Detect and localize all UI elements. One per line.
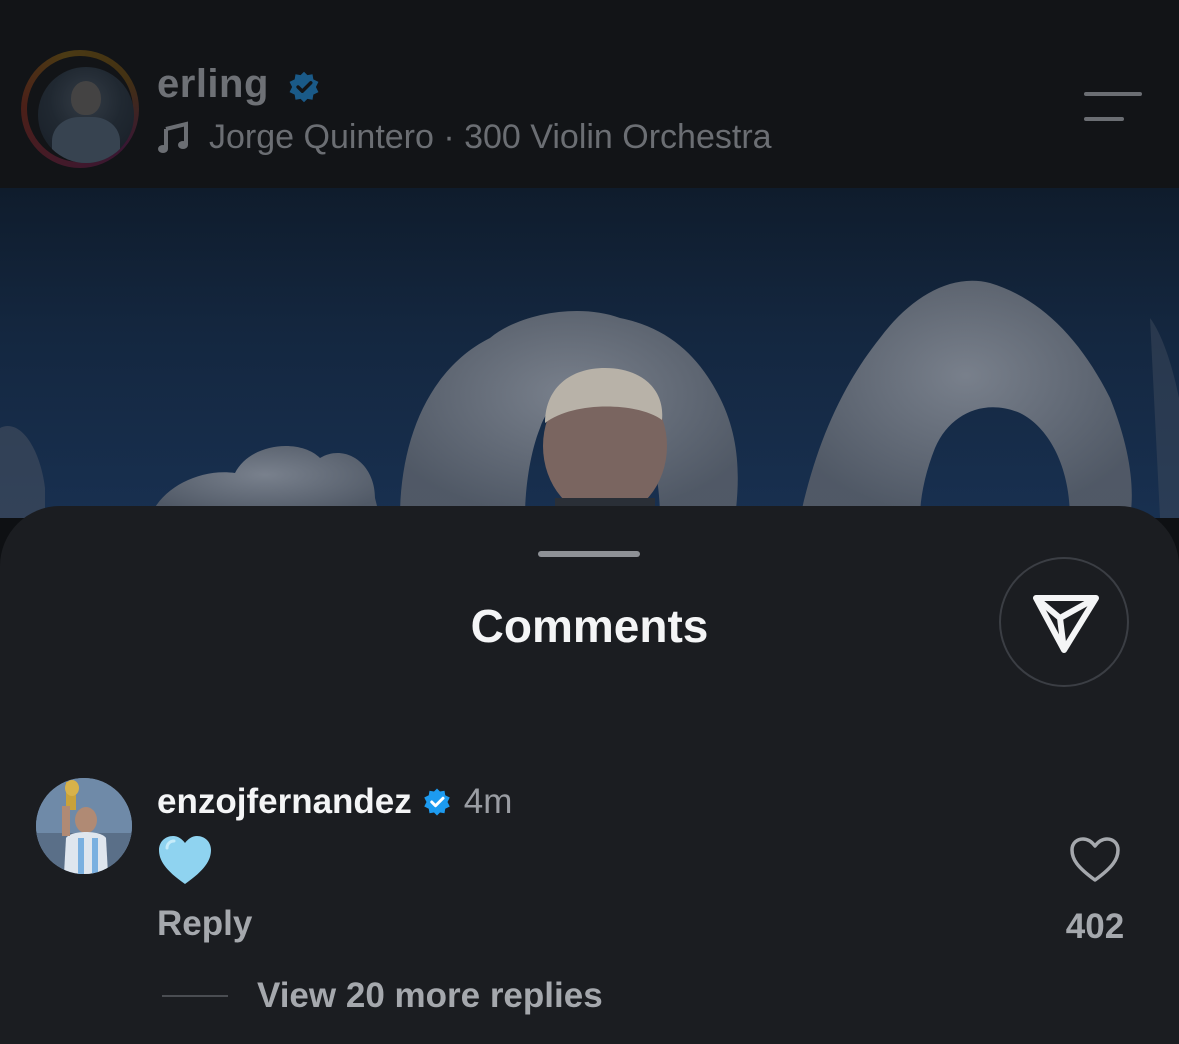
music-label: Jorge Quintero · 300 Violin Orchestra bbox=[209, 118, 772, 156]
comments-sheet: Comments enzojfernandez 4m Reply 402 Vie… bbox=[0, 506, 1179, 1044]
share-button[interactable] bbox=[999, 557, 1129, 687]
comment-avatar[interactable] bbox=[36, 778, 132, 874]
comment-time: 4m bbox=[463, 782, 513, 821]
send-icon bbox=[1033, 595, 1099, 653]
post-photo bbox=[0, 188, 1179, 518]
blue-heart-icon bbox=[159, 836, 211, 884]
screen: erling Jorge Quintero · 300 Violin Orche… bbox=[0, 0, 1179, 1044]
post-header: erling Jorge Quintero · 300 Violin Orche… bbox=[0, 0, 1179, 188]
verified-badge-icon bbox=[289, 71, 319, 103]
comment-author-row: enzojfernandez 4m bbox=[157, 782, 512, 822]
reply-button[interactable]: Reply bbox=[157, 904, 252, 944]
avatar bbox=[38, 67, 134, 163]
photo-art bbox=[0, 280, 1179, 518]
story-ring[interactable] bbox=[21, 50, 139, 168]
music-info[interactable]: Jorge Quintero · 300 Violin Orchestra bbox=[157, 118, 772, 157]
comment-author[interactable]: enzojfernandez bbox=[157, 782, 412, 822]
avatar-art bbox=[36, 778, 132, 874]
menu-icon[interactable] bbox=[1082, 90, 1144, 124]
replies-divider bbox=[162, 995, 228, 997]
username[interactable]: erling bbox=[157, 62, 269, 107]
view-replies-button[interactable]: View 20 more replies bbox=[257, 976, 603, 1016]
music-note-icon bbox=[158, 120, 188, 153]
verified-badge-icon bbox=[424, 788, 450, 816]
heart-icon[interactable] bbox=[1069, 836, 1121, 884]
like-count: 402 bbox=[1065, 907, 1125, 946]
sheet-grabber[interactable] bbox=[538, 551, 640, 557]
